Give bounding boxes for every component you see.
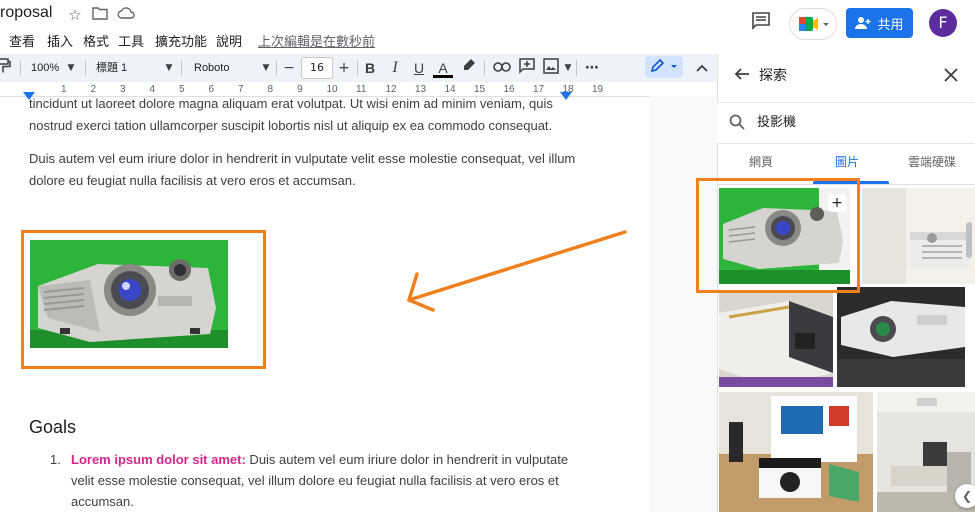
toolbar-divider <box>85 60 86 76</box>
explore-search-input[interactable] <box>757 113 947 128</box>
add-comment-icon[interactable] <box>517 58 537 78</box>
menu-format[interactable]: 格式 <box>83 31 109 50</box>
paragraph-line[interactable]: Duis autem vel eum iriure dolor in hendr… <box>29 148 589 170</box>
meet-icon <box>799 17 829 31</box>
back-arrow-icon[interactable] <box>734 66 750 82</box>
page-gutter <box>650 96 717 512</box>
search-icon <box>729 114 745 130</box>
image-result[interactable] <box>862 188 975 284</box>
close-icon[interactable] <box>944 67 958 82</box>
image-result[interactable] <box>719 293 833 387</box>
paragraph-line[interactable]: dolore eu feugiat nulla facilisis at ver… <box>29 170 589 192</box>
insert-image-plus-icon[interactable]: + <box>828 194 846 212</box>
list-item-line[interactable]: accumsan. <box>71 491 571 512</box>
move-folder-icon[interactable] <box>91 6 109 24</box>
menu-help[interactable]: 說明 <box>216 31 242 50</box>
underline-button[interactable]: U <box>409 58 429 78</box>
image-chevron-down-icon[interactable]: ▼ <box>558 58 578 78</box>
text-color-button[interactable]: A <box>433 58 453 78</box>
meet-button[interactable] <box>789 8 837 40</box>
highlight-pen-icon[interactable] <box>459 58 479 78</box>
tab-drive[interactable]: 雲端硬碟 <box>908 153 956 170</box>
toolbar-divider <box>276 60 277 76</box>
zoom-select[interactable]: 100% <box>31 54 59 82</box>
share-label: 共用 <box>877 17 904 33</box>
menu-view[interactable]: 查看 <box>9 31 35 50</box>
avatar[interactable]: F <box>929 9 957 37</box>
last-edit-link[interactable]: 上次編輯是在數秒前 <box>258 31 375 50</box>
list-item-line[interactable]: velit esse molestie consequat, vel illum… <box>71 470 571 491</box>
list-item[interactable]: Lorem ipsum dolor sit amet: Duis autem v… <box>71 449 571 470</box>
list-item-text: Duis autem vel eum iriure dolor in hendr… <box>245 452 569 467</box>
panel-scrollbar[interactable] <box>966 222 972 258</box>
paragraph-line[interactable]: nostrud exerci tation ullamcorper suscip… <box>29 115 589 137</box>
paragraph-line[interactable]: tincidunt ut laoreet dolore magna aliqua… <box>29 93 589 115</box>
doc-title[interactable]: roposal <box>0 4 52 22</box>
paragraph-style-select[interactable]: 標題 1 <box>96 54 127 82</box>
collapse-panel-chevron-left-icon[interactable]: ❮ <box>955 484 975 508</box>
bold-button[interactable]: B <box>360 58 380 78</box>
font-size-input[interactable]: 16 <box>301 57 333 79</box>
image-result[interactable] <box>837 287 965 387</box>
toolbar-divider <box>576 60 577 76</box>
pencil-icon <box>650 58 677 73</box>
more-options-button[interactable]: ⋯ <box>582 58 602 78</box>
link-icon[interactable] <box>492 58 512 78</box>
toolbar-divider <box>20 60 21 76</box>
hide-menus-chevron-up-icon[interactable] <box>692 58 712 78</box>
toolbar-divider <box>484 60 485 76</box>
menu-extensions[interactable]: 擴充功能 <box>155 31 207 50</box>
decrease-font-size-button[interactable]: − <box>279 58 299 78</box>
image-highlight-box <box>21 230 266 369</box>
increase-font-size-button[interactable]: + <box>334 58 354 78</box>
star-icon[interactable]: ☆ <box>66 6 84 24</box>
list-item-bold: Lorem ipsum dolor sit amet: <box>71 452 246 467</box>
font-select[interactable]: Roboto <box>194 54 229 82</box>
arrow-annotation <box>407 230 627 312</box>
goals-heading[interactable]: Goals <box>29 417 76 438</box>
paint-format-icon[interactable] <box>0 58 14 78</box>
toolbar-divider <box>181 60 182 76</box>
share-button[interactable]: 共用 <box>846 8 913 38</box>
editing-mode-button[interactable] <box>645 56 683 78</box>
list-number: 1. <box>50 452 61 467</box>
cloud-status-icon[interactable] <box>117 6 135 24</box>
menu-insert[interactable]: 插入 <box>47 31 73 50</box>
image-result[interactable] <box>719 392 873 512</box>
comment-history-icon[interactable] <box>751 11 773 33</box>
menu-tools[interactable]: 工具 <box>118 31 144 50</box>
panel-title: 探索 <box>759 68 787 84</box>
italic-button[interactable]: I <box>385 58 405 78</box>
tab-images[interactable]: 圖片 <box>835 153 859 170</box>
ruler-number: 19 <box>592 84 604 95</box>
font-chevron-down-icon[interactable]: ▼ <box>256 58 276 78</box>
style-chevron-down-icon[interactable]: ▼ <box>159 58 179 78</box>
toolbar-divider <box>357 60 358 76</box>
tab-web[interactable]: 網頁 <box>749 153 773 170</box>
zoom-chevron-down-icon[interactable]: ▼ <box>61 58 81 78</box>
person-add-icon <box>855 17 871 29</box>
